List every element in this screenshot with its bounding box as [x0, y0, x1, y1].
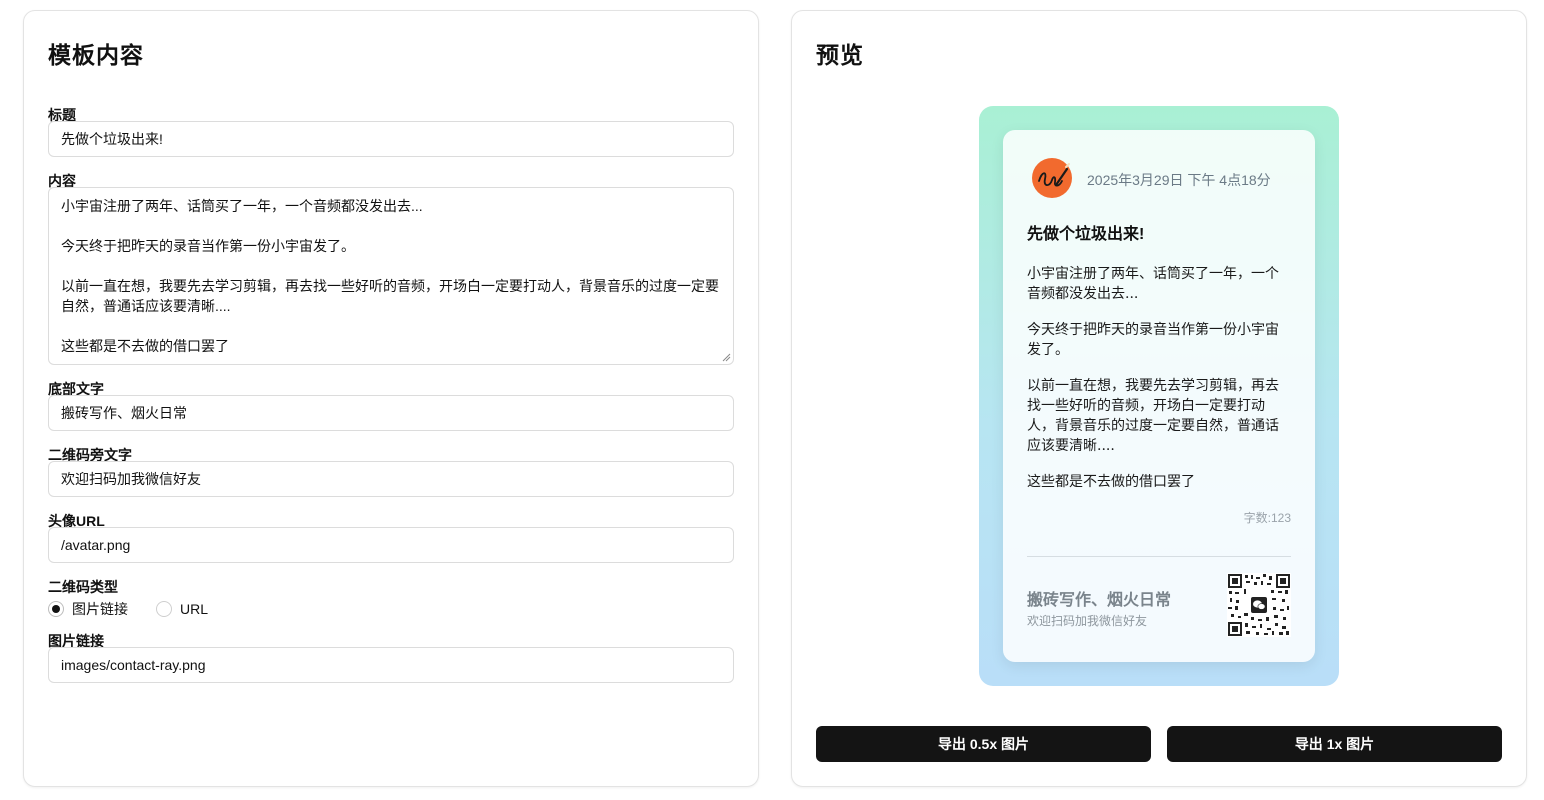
qr-type-url-label[interactable]: URL: [180, 601, 208, 617]
preview-qr-side-text: 欢迎扫码加我微信好友: [1027, 614, 1148, 628]
image-link-input[interactable]: [48, 647, 734, 683]
preview-title: 先做个垃圾出来!: [1027, 226, 1145, 243]
editor-panel-title: 模板内容: [48, 42, 144, 68]
content-textarea[interactable]: 小宇宙注册了两年、话筒买了一年，一个音频都没发出去... 今天终于把昨天的录音当…: [48, 187, 734, 365]
content-line: 这些都是不去做的借口罢了: [61, 338, 229, 354]
export-half-button[interactable]: 导出 0.5x 图片: [816, 726, 1151, 762]
title-input[interactable]: [48, 121, 734, 157]
preview-panel-title: 预览: [816, 42, 864, 68]
qr-type-url-radio[interactable]: [156, 601, 172, 617]
wechat-qr-code-icon: [1227, 573, 1291, 637]
content-line: 今天终于把昨天的录音当作第一份小宇宙发了。: [61, 238, 355, 254]
content-line: 以前一直在想，我要先去学习剪辑，再去找一些好听的音频，开场白一定要打动人，背景音…: [61, 278, 719, 294]
content-line: 小宇宙注册了两年、话筒买了一年，一个音频都没发出去...: [61, 198, 423, 214]
content-line: [61, 316, 721, 336]
word-count: 字数:123: [1243, 511, 1291, 525]
content-line: 自然，普通话应该要清晰....: [61, 298, 231, 314]
preview-paragraph: 小宇宙注册了两年、话筒买了一年，一个音频都没发出去...: [1027, 266, 1279, 302]
content-line: [61, 256, 721, 276]
avatar-url-input[interactable]: [48, 527, 734, 563]
footer-text-input[interactable]: [48, 395, 734, 431]
preview-gradient-background: 2025年3月29日 下午 4点18分 先做个垃圾出来! 小宇宙注册了两年、话筒…: [979, 106, 1339, 686]
content-line: [61, 216, 721, 236]
preview-divider: [1027, 556, 1291, 557]
preview-footer-text: 搬砖写作、烟火日常: [1027, 592, 1172, 609]
qr-type-image-label[interactable]: 图片链接: [72, 599, 128, 619]
qr-type-label: 二维码类型: [48, 579, 118, 595]
preview-paragraph: 以前一直在想，我要先去学习剪辑，再去找一些好听的音频，开场白一定要打动人，背景音…: [1027, 378, 1279, 454]
preview-body: 小宇宙注册了两年、话筒买了一年，一个音频都没发出去... 今天终于把昨天的录音当…: [1027, 264, 1289, 508]
qr-side-text-input[interactable]: [48, 461, 734, 497]
template-editor-panel: 模板内容 标题 内容 小宇宙注册了两年、话筒买了一年，一个音频都没发出去... …: [23, 10, 759, 787]
signature-avatar-icon: [1032, 158, 1072, 198]
qr-type-image-radio[interactable]: [48, 601, 64, 617]
preview-card: 2025年3月29日 下午 4点18分 先做个垃圾出来! 小宇宙注册了两年、话筒…: [1003, 130, 1315, 662]
qr-type-radio-group: 图片链接 URL: [48, 599, 236, 619]
preview-paragraph: 这些都是不去做的借口罢了: [1027, 474, 1195, 490]
preview-panel: 预览 2025年3月29日 下午 4点18分 先做个垃圾出来! 小宇宙注册了两年…: [791, 10, 1527, 787]
preview-paragraph: 今天终于把昨天的录音当作第一份小宇宙发了。: [1027, 322, 1279, 358]
export-full-button[interactable]: 导出 1x 图片: [1167, 726, 1502, 762]
resize-handle-icon[interactable]: [721, 352, 731, 362]
preview-date: 2025年3月29日 下午 4点18分: [1087, 172, 1271, 188]
